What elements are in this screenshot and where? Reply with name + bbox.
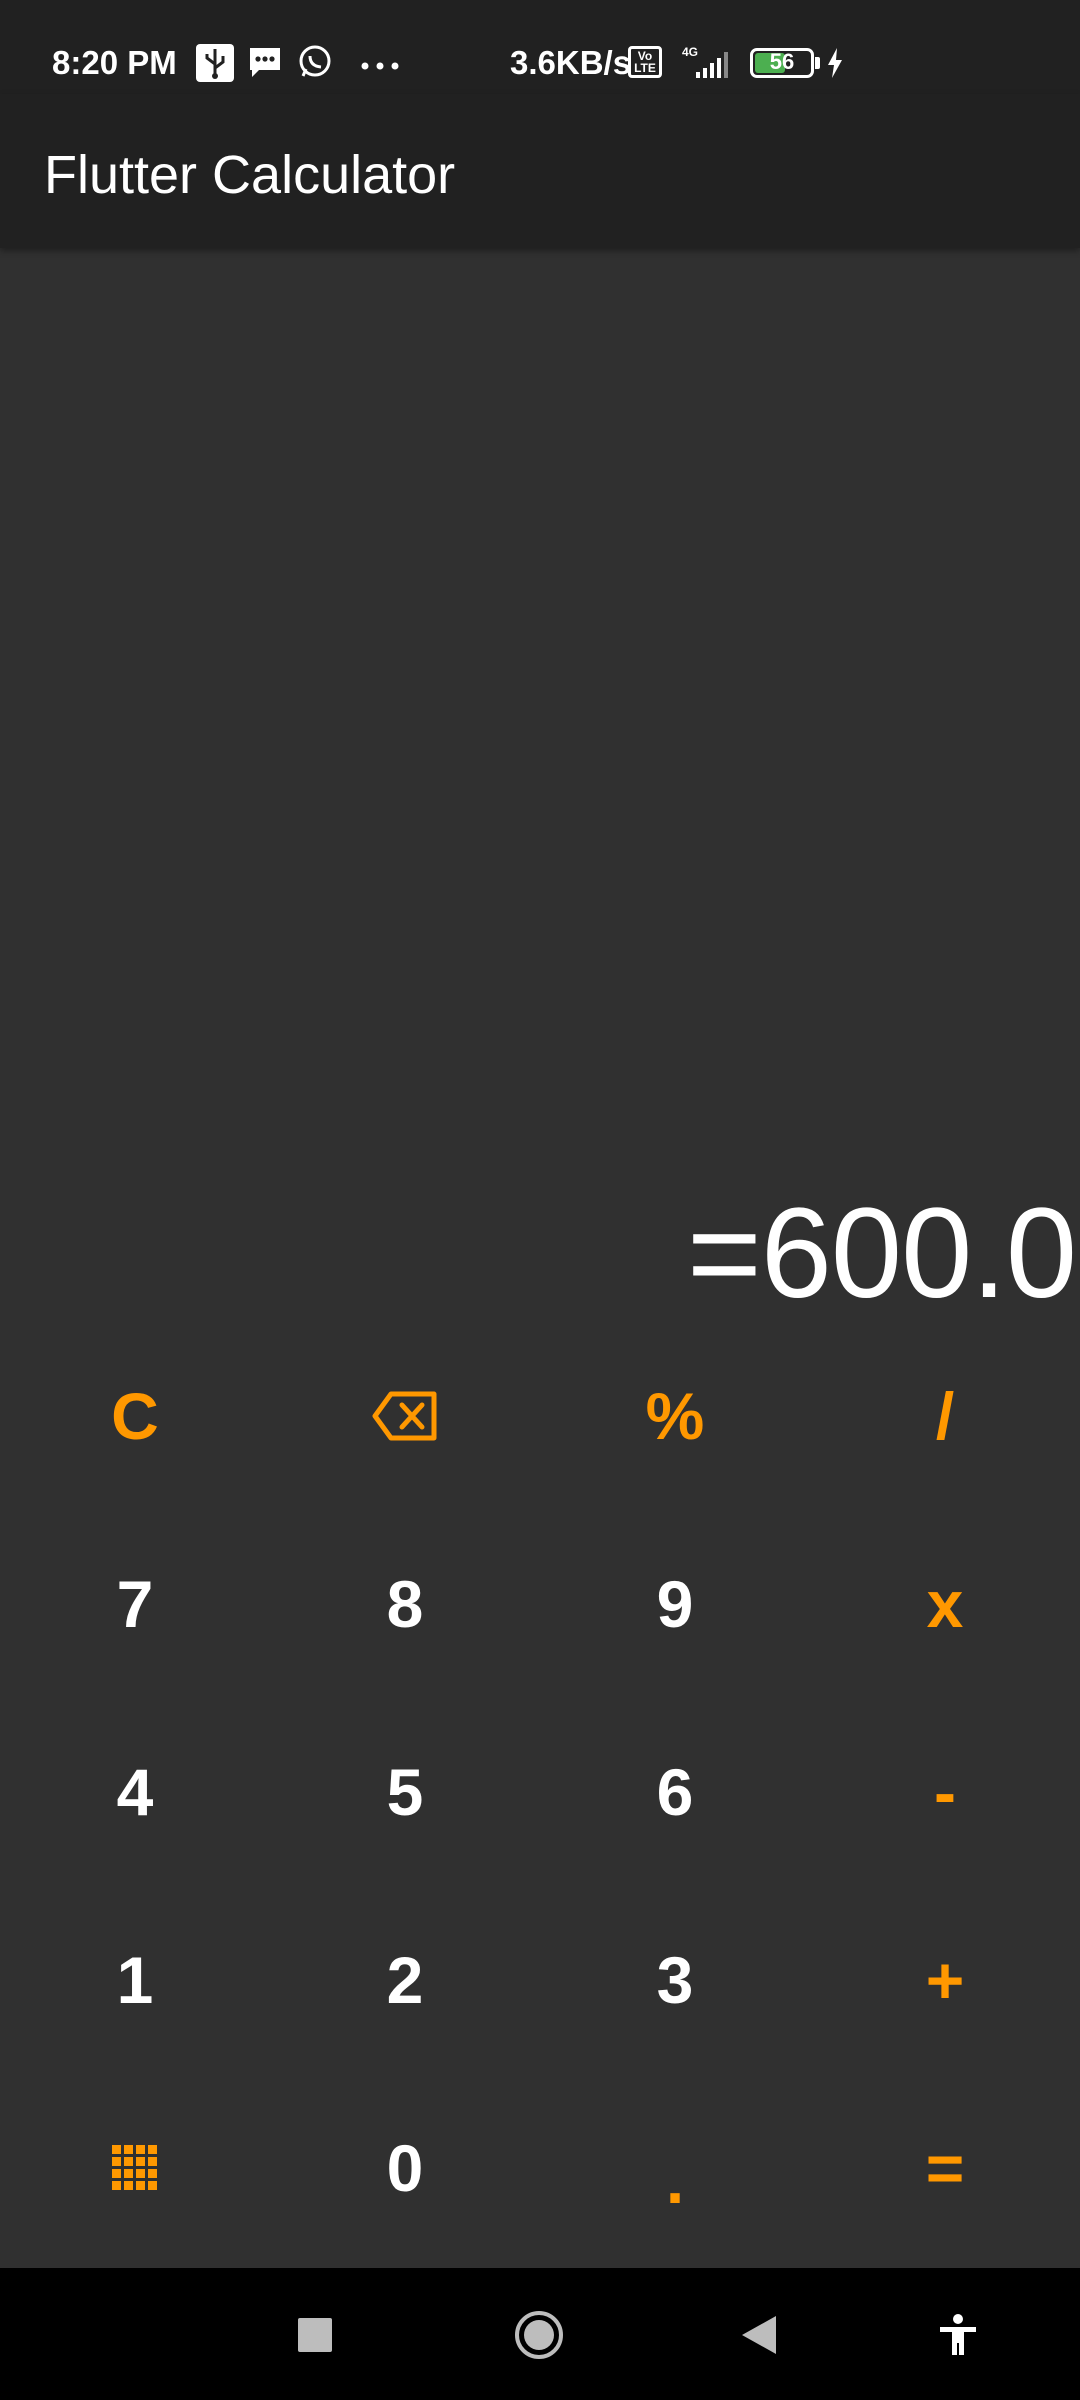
backspace-button[interactable] — [270, 1322, 540, 1510]
charging-bolt-icon — [826, 48, 844, 83]
battery-tip — [815, 57, 820, 69]
battery-level: 56 — [769, 49, 795, 74]
digit-4-button[interactable]: 4 — [0, 1698, 270, 1886]
back-triangle-icon — [742, 2316, 776, 2354]
plus-button[interactable]: + — [810, 1886, 1080, 2074]
recents-button[interactable] — [298, 2318, 332, 2357]
usb-icon — [196, 44, 234, 87]
app-title: Flutter Calculator — [44, 145, 456, 205]
multiply-button[interactable]: x — [810, 1510, 1080, 1698]
network-speed: 3.6KB/s — [510, 44, 632, 81]
recents-square-icon — [298, 2318, 332, 2352]
status-bar: 8:20 PM 3.6KB/s Vo LTE 4G 56 — [0, 0, 1080, 94]
accessibility-button[interactable] — [938, 2314, 978, 2361]
app-bar: Flutter Calculator — [0, 94, 1080, 248]
signal-icon: 4G — [674, 44, 736, 87]
home-button[interactable] — [514, 2310, 564, 2365]
grid-button[interactable] — [0, 2074, 270, 2262]
digit-2-button[interactable]: 2 — [270, 1886, 540, 2074]
accessibility-icon — [940, 2314, 976, 2355]
digit-5-button[interactable]: 5 — [270, 1698, 540, 1886]
digit-9-button[interactable]: 9 — [540, 1510, 810, 1698]
message-icon — [247, 44, 283, 85]
more-dots-icon — [360, 58, 400, 76]
clear-button[interactable]: C — [0, 1322, 270, 1510]
digit-0-button[interactable]: 0 — [270, 2074, 540, 2262]
network-type-label: 4G — [682, 45, 698, 59]
navigation-bar — [0, 2268, 1080, 2400]
digit-3-button[interactable]: 3 — [540, 1886, 810, 2074]
digit-7-button[interactable]: 7 — [0, 1510, 270, 1698]
grid-icon — [112, 2145, 157, 2190]
equals-button[interactable]: = — [810, 2074, 1080, 2262]
volte-badge: Vo LTE — [628, 46, 662, 78]
digit-8-button[interactable]: 8 — [270, 1510, 540, 1698]
battery-icon: 56 — [750, 48, 814, 78]
minus-button[interactable]: - — [810, 1698, 1080, 1886]
digit-1-button[interactable]: 1 — [0, 1886, 270, 2074]
whatsapp-icon — [297, 44, 333, 85]
divide-button[interactable]: / — [810, 1322, 1080, 1510]
percent-button[interactable]: % — [540, 1322, 810, 1510]
decimal-button[interactable]: . — [540, 2074, 810, 2262]
result-display: =600.0 — [686, 1182, 1077, 1325]
backspace-icon — [372, 1391, 437, 1441]
status-time: 8:20 PM — [52, 44, 177, 81]
digit-6-button[interactable]: 6 — [540, 1698, 810, 1886]
home-circle-icon — [515, 2311, 563, 2359]
back-button[interactable] — [742, 2316, 776, 2359]
